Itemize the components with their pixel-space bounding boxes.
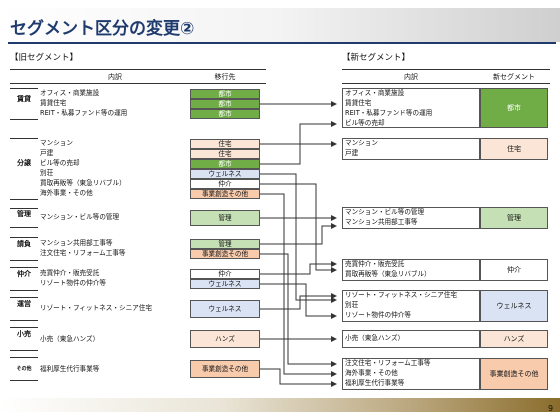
arrow-villa: [260, 173, 337, 303]
arrow-brokerage: [260, 261, 337, 275]
footer-bar: [0, 398, 560, 412]
page-number: 9: [548, 404, 554, 413]
arrow-welfare: [260, 368, 337, 387]
arrow-wellness: [260, 293, 337, 310]
connector-arrows: [260, 101, 337, 387]
arrow-condo-works: [260, 223, 337, 245]
arrow-resale: [260, 183, 337, 273]
